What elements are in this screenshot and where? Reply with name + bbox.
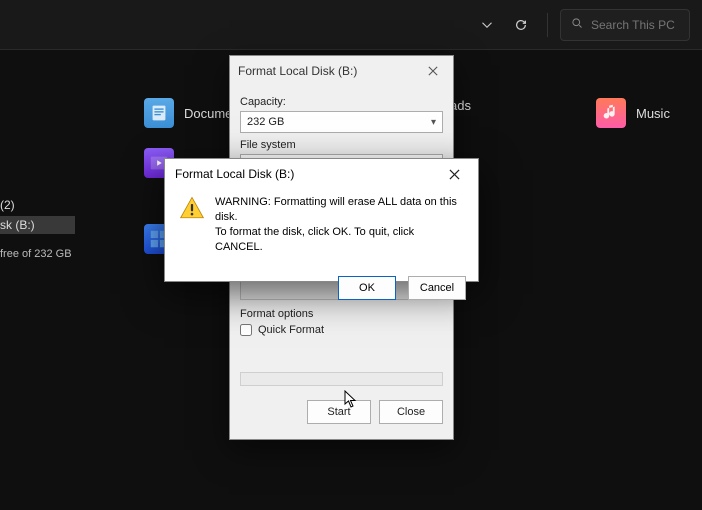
format-options-label: Format options (240, 308, 443, 320)
drive-count: (2) (0, 198, 15, 212)
quick-format-label: Quick Format (258, 324, 324, 336)
explorer-toolbar (0, 0, 702, 50)
refresh-icon[interactable] (507, 11, 535, 39)
quick-format-checkbox[interactable]: Quick Format (240, 324, 443, 336)
capacity-label: Capacity: (240, 96, 443, 108)
music-folder[interactable]: Music (596, 98, 670, 128)
warning-line1: WARNING: Formatting will erase ALL data … (215, 195, 464, 225)
search-input[interactable] (591, 18, 679, 32)
divider (547, 13, 548, 37)
capacity-select[interactable]: 232 GB ▾ (240, 111, 443, 133)
format-dialog-titlebar[interactable]: Format Local Disk (B:) (230, 56, 453, 86)
close-button[interactable]: Close (379, 400, 443, 424)
storage-label: free of 232 GB (0, 248, 72, 260)
start-button[interactable]: Start (307, 400, 371, 424)
drive-selected[interactable]: sk (B:) (0, 216, 75, 234)
ok-button[interactable]: OK (338, 276, 396, 300)
drive-label: sk (B:) (0, 218, 35, 232)
ok-label: OK (359, 282, 375, 294)
warning-icon (179, 195, 205, 221)
quick-format-input[interactable] (240, 324, 252, 336)
progress-bar (240, 372, 443, 386)
music-label: Music (636, 106, 670, 121)
close-icon[interactable] (440, 160, 468, 188)
chevron-down-icon[interactable] (473, 11, 501, 39)
filesystem-label: File system (240, 139, 443, 151)
format-dialog-title: Format Local Disk (B:) (238, 64, 357, 78)
cancel-label: Cancel (420, 282, 454, 294)
close-icon[interactable] (421, 59, 445, 83)
warning-dialog-titlebar[interactable]: Format Local Disk (B:) (165, 159, 478, 189)
warning-text: WARNING: Formatting will erase ALL data … (215, 195, 464, 254)
search-icon (571, 17, 583, 32)
drive-count-label: (2) (0, 198, 15, 212)
start-label: Start (327, 406, 350, 418)
capacity-value: 232 GB (247, 116, 284, 128)
drive-storage: free of 232 GB (0, 246, 72, 260)
music-icon (596, 98, 626, 128)
close-label: Close (397, 406, 425, 418)
search-box[interactable] (560, 9, 690, 41)
cancel-button[interactable]: Cancel (408, 276, 466, 300)
warning-dialog-title: Format Local Disk (B:) (175, 167, 294, 181)
documents-icon (144, 98, 174, 128)
warning-line2: To format the disk, click OK. To quit, c… (215, 225, 464, 255)
documents-folder[interactable]: Documen (144, 98, 240, 128)
chevron-down-icon: ▾ (431, 117, 436, 128)
warning-dialog: Format Local Disk (B:) WARNING: Formatti… (164, 158, 479, 282)
